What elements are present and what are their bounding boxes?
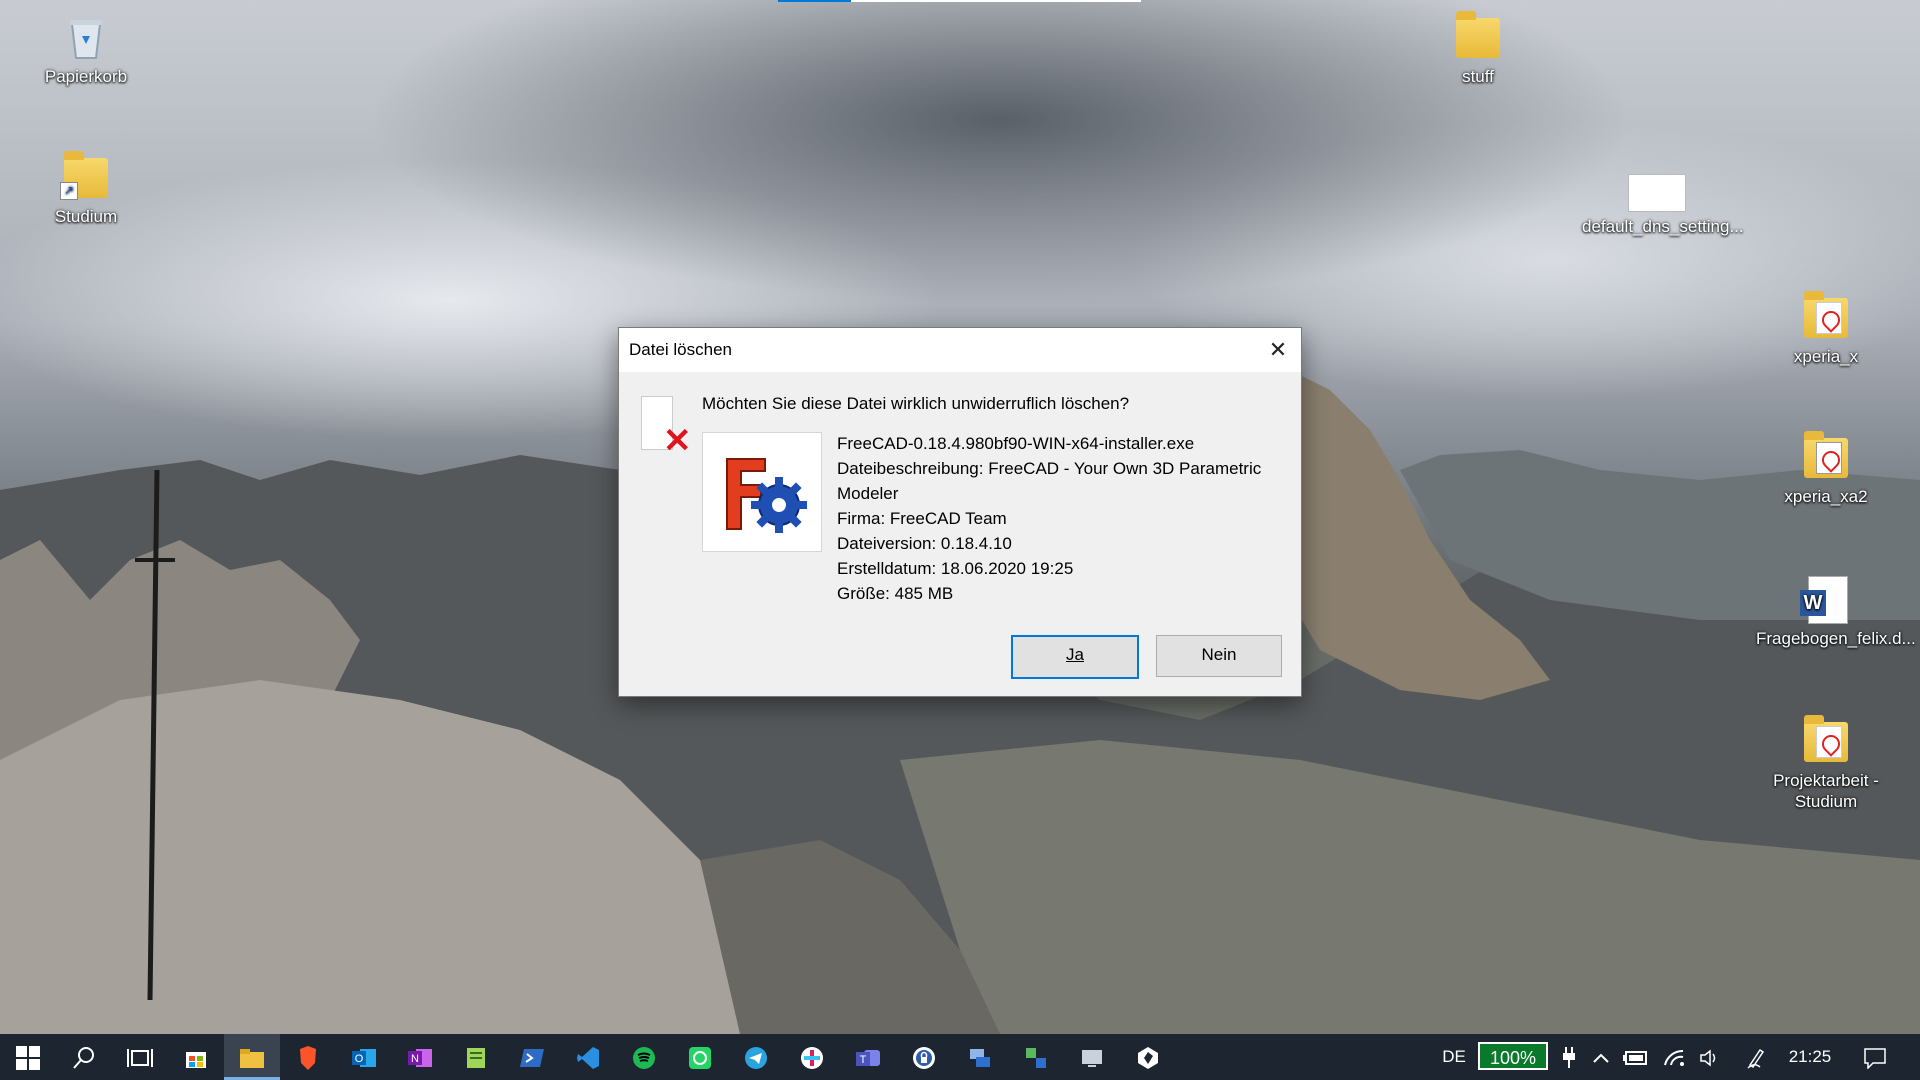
desktop-icon-label: xperia_xa2 xyxy=(1784,487,1868,506)
teams-icon[interactable]: T xyxy=(840,1034,896,1080)
desktop-icon-label: xperia_x xyxy=(1793,347,1859,366)
file-explorer-icon[interactable] xyxy=(224,1034,280,1080)
dialog-title: Datei löschen xyxy=(629,340,733,359)
file-created: Erstelldatum: 18.06.2020 19:25 xyxy=(837,559,1074,578)
notepad-plus-plus-icon[interactable] xyxy=(448,1034,504,1080)
keepass-icon[interactable] xyxy=(896,1034,952,1080)
windows-logo-icon xyxy=(16,1046,40,1071)
yes-button-label: Ja xyxy=(1066,645,1084,664)
task-view-icon[interactable] xyxy=(112,1034,168,1080)
delete-file-dialog: Datei löschen ✕ ✕ Möchten Sie diese Date… xyxy=(618,327,1302,697)
file-name: FreeCAD-0.18.4.980bf90-WIN-x64-installer… xyxy=(837,434,1195,453)
onenote-icon[interactable]: N xyxy=(392,1034,448,1080)
pen-workspace-icon[interactable] xyxy=(1738,1034,1774,1080)
outlook-icon[interactable]: O xyxy=(336,1034,392,1080)
power-plug-icon[interactable] xyxy=(1552,1034,1586,1080)
desktop-icon-projektarbeit[interactable]: Projektarbeit - Studium xyxy=(1756,714,1896,812)
desktop-icon-label: default_dns_setting... xyxy=(1582,217,1744,236)
desktop-icon-default-dns[interactable]: default_dns_setting... xyxy=(1582,160,1744,237)
desktop-icon-fragebogen[interactable]: W Fragebogen_felix.d... xyxy=(1756,572,1916,649)
powershell-icon[interactable] xyxy=(504,1034,560,1080)
freecad-app-icon xyxy=(702,432,822,552)
network-manager-icon[interactable] xyxy=(1008,1034,1064,1080)
pdf-folder-icon xyxy=(1800,714,1852,766)
svg-text:N: N xyxy=(411,1053,419,1065)
file-version: Dateiversion: 0.18.4.10 xyxy=(837,534,1012,553)
svg-text:O: O xyxy=(355,1053,364,1065)
clock[interactable]: 21:25 xyxy=(1778,1034,1842,1080)
battery-icon[interactable] xyxy=(1616,1034,1656,1080)
file-company: Firma: FreeCAD Team xyxy=(837,509,1007,528)
desktop-icon-label: stuff xyxy=(1462,67,1494,86)
vscode-icon[interactable] xyxy=(560,1034,616,1080)
confirm-question: Möchten Sie diese Datei wirklich unwider… xyxy=(702,394,1130,413)
yes-button[interactable]: Ja xyxy=(1011,635,1139,679)
store-icon[interactable] xyxy=(168,1034,224,1080)
window-thumbnail-accent xyxy=(778,0,851,2)
spotify-icon[interactable] xyxy=(616,1034,672,1080)
desktop-icon-label: Projektarbeit - Studium xyxy=(1773,771,1879,811)
file-details: FreeCAD-0.18.4.980bf90-WIN-x64-installer… xyxy=(837,431,1287,606)
desktop-icon-xperia-x[interactable]: xperia_x xyxy=(1756,290,1896,367)
notifications-icon[interactable] xyxy=(1850,1034,1900,1080)
desktop-icon-stuff[interactable]: stuff xyxy=(1408,10,1548,87)
input-language[interactable]: DE xyxy=(1436,1034,1472,1080)
desktop-icon-xperia-xa2[interactable]: xperia_xa2 xyxy=(1756,430,1896,507)
search-icon[interactable] xyxy=(56,1034,112,1080)
slack-icon[interactable] xyxy=(784,1034,840,1080)
desktop-icon-recycle-bin[interactable]: Papierkorb xyxy=(16,10,156,87)
word-document-icon: W xyxy=(1800,572,1852,624)
obsidian-icon[interactable] xyxy=(1120,1034,1176,1080)
chevron-up-icon[interactable] xyxy=(1586,1034,1616,1080)
dialog-titlebar: Datei löschen ✕ xyxy=(619,328,1301,372)
folder-icon xyxy=(1452,10,1504,62)
monitor-app-icon[interactable] xyxy=(1064,1034,1120,1080)
file-size: Größe: 485 MB xyxy=(837,584,954,603)
remote-desktop-icon[interactable] xyxy=(952,1034,1008,1080)
recycle-bin-icon xyxy=(60,10,112,62)
document-icon xyxy=(1626,160,1686,212)
folder-icon xyxy=(1800,430,1852,482)
battery-percentage[interactable]: 100% xyxy=(1478,1042,1548,1070)
pdf-folder-icon xyxy=(1800,290,1852,342)
file-description: Dateibeschreibung: FreeCAD - Your Own 3D… xyxy=(837,459,1262,503)
start-button[interactable] xyxy=(0,1034,56,1080)
volume-icon[interactable] xyxy=(1692,1034,1728,1080)
whatsapp-icon[interactable] xyxy=(672,1034,728,1080)
brave-browser-icon[interactable] xyxy=(280,1034,336,1080)
desktop-icon-studium[interactable]: ↗ Studium xyxy=(16,150,156,227)
desktop-icon-label: Fragebogen_felix.d... xyxy=(1756,629,1916,648)
desktop-icon-label: Studium xyxy=(54,207,118,226)
delete-file-icon: ✕ xyxy=(641,396,692,458)
wifi-icon[interactable] xyxy=(1656,1034,1692,1080)
desktop-icon-label: Papierkorb xyxy=(44,67,128,86)
folder-shortcut-icon: ↗ xyxy=(60,150,112,202)
no-button[interactable]: Nein xyxy=(1156,635,1282,677)
window-thumbnail-bar xyxy=(851,0,1141,2)
svg-text:T: T xyxy=(860,1054,867,1066)
close-icon[interactable]: ✕ xyxy=(1255,328,1301,372)
telegram-icon[interactable] xyxy=(728,1034,784,1080)
taskbar: O N T DE 100% 21:25 xyxy=(0,1034,1920,1080)
